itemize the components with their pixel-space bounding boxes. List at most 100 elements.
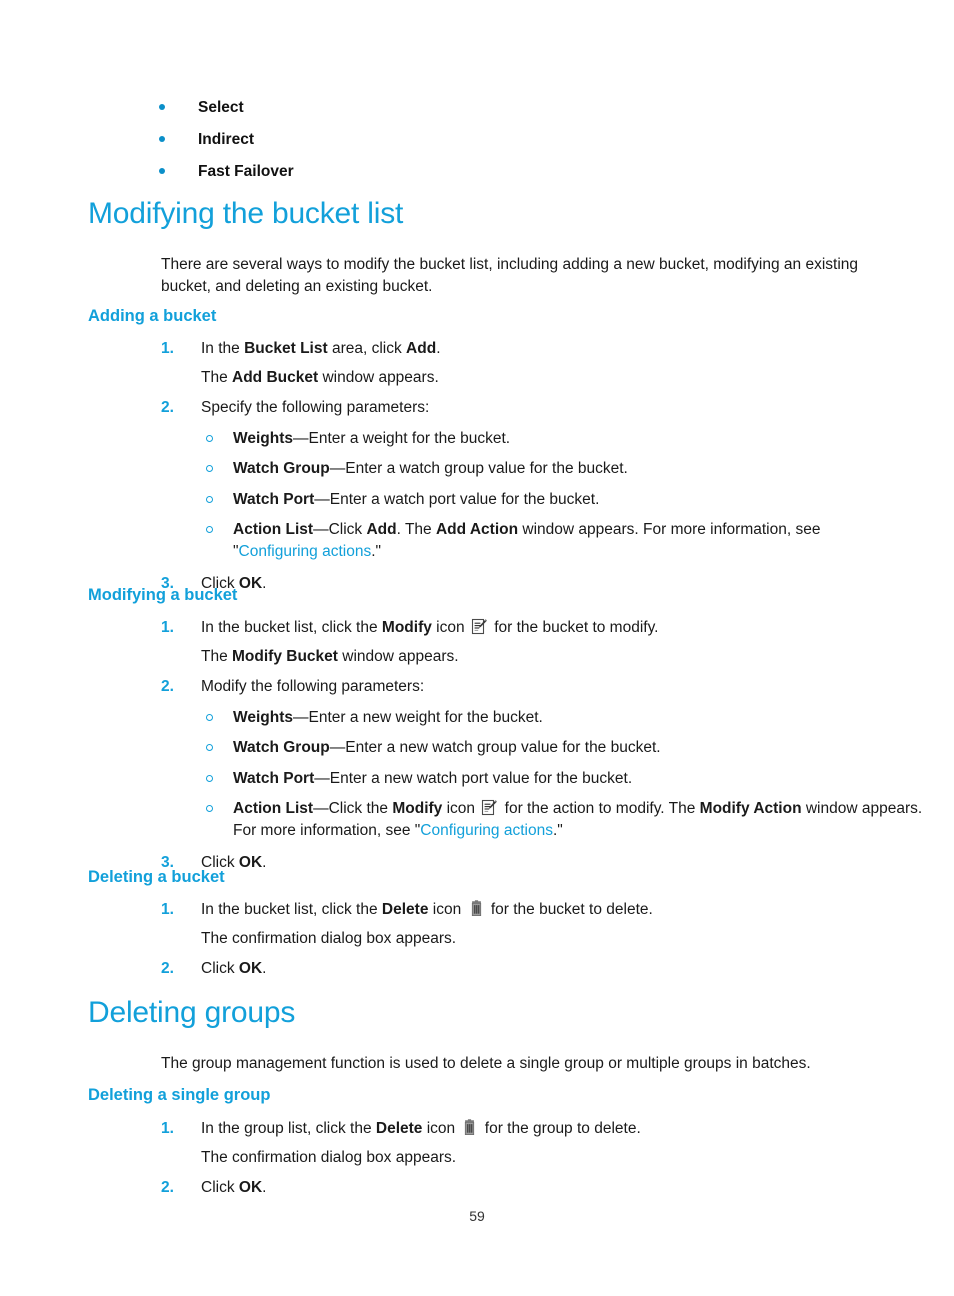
step-number: 1. — [161, 1120, 174, 1137]
steps-deleting-a-single-group: 1. In the group list, click the Delete i… — [161, 1118, 867, 1199]
param-description: icon — [442, 800, 480, 817]
intro-paragraph-modifying: There are several ways to modify the buc… — [161, 256, 859, 295]
step-text-part: icon — [428, 901, 466, 918]
step-text: In the Bucket List area, click Add. — [201, 340, 441, 357]
step-text-part: The — [201, 647, 233, 665]
emphasis-modify: Modify — [392, 800, 443, 817]
list-item: Indirect — [155, 130, 855, 149]
step-text: Modify the following parameters: — [201, 678, 425, 695]
step-text: Click OK. — [201, 960, 266, 977]
emphasis-ok: OK — [238, 854, 263, 871]
emphasis-modify: Modify — [381, 619, 432, 636]
step-text-part: for the group to delete. — [480, 1120, 641, 1137]
circle-bullet-icon — [206, 495, 213, 503]
section-heading-modifying-a-bucket: Modifying a bucket — [88, 586, 238, 604]
emphasis-delete: Delete — [381, 901, 429, 918]
step-number: 1. — [161, 901, 174, 918]
step-text: In the bucket list, click the Modify ico… — [201, 618, 659, 636]
list-item: Watch Group—Enter a watch group value fo… — [201, 458, 867, 480]
param-label-weights: Weights — [233, 429, 293, 447]
step-3: 3. Click OK. — [161, 852, 867, 874]
step-1: 1. In the Bucket List area, click Add. — [161, 338, 867, 360]
section-heading-adding-a-bucket: Adding a bucket — [88, 307, 217, 325]
param-label-watch-port: Watch Port — [233, 769, 315, 787]
list-item: Weights—Enter a weight for the bucket. — [201, 428, 867, 450]
emphasis-ok: OK — [238, 960, 263, 977]
step-1: 1. In the bucket list, click the Modify … — [161, 617, 867, 639]
emphasis-modify-action: Modify Action — [699, 800, 802, 817]
step-text-part: area, click — [327, 340, 407, 357]
param-description: ." — [552, 821, 563, 839]
circle-bullet-icon — [206, 805, 213, 812]
circle-bullet-icon — [206, 744, 213, 751]
step-text-part: icon — [431, 619, 469, 636]
step-text: In the group list, click the Delete icon… — [201, 1119, 641, 1137]
list-item: Watch Port—Enter a watch port value for … — [201, 489, 867, 511]
param-label-watch-group: Watch Group — [233, 739, 330, 756]
page-number: 59 — [469, 1208, 485, 1224]
cross-reference-link-configuring-actions[interactable]: Configuring actions — [239, 543, 372, 560]
steps-adding-a-bucket: 1. In the Bucket List area, click Add. T… — [161, 338, 867, 595]
step-text-part: . — [436, 340, 441, 357]
step-1: 1. In the bucket list, click the Delete … — [161, 899, 867, 921]
emphasis-modify-bucket: Modify Bucket — [232, 647, 338, 665]
modify-icon — [481, 799, 498, 816]
emphasis-add: Add — [366, 521, 397, 538]
step-2: 2. Click OK. — [161, 958, 867, 980]
step-1-continuation: The confirmation dialog box appears. — [201, 1148, 457, 1166]
bullet-label: Indirect — [198, 131, 254, 148]
circle-bullet-icon — [206, 774, 213, 782]
param-label-watch-port: Watch Port — [233, 490, 315, 508]
emphasis-add-action: Add Action — [435, 521, 519, 538]
step-text-part: . — [262, 960, 267, 977]
param-description: —Enter a watch group value for the bucke… — [329, 460, 628, 477]
param-description: —Click the — [313, 800, 393, 817]
circle-bullet-icon — [206, 526, 213, 533]
page-title-modifying-the-bucket-list: Modifying the bucket list — [88, 197, 404, 230]
bullet-dot-icon — [159, 168, 165, 174]
document-page: Select Indirect Fast Failover Modifying … — [0, 0, 954, 1296]
step-text-part: The — [201, 368, 233, 386]
step-text-part: Click — [201, 1179, 239, 1196]
param-description: —Enter a new watch group value for the b… — [329, 739, 661, 756]
step-number: 2. — [161, 1179, 174, 1196]
param-description: ." — [371, 542, 382, 560]
section-heading-deleting-a-single-group: Deleting a single group — [88, 1086, 271, 1104]
emphasis-add-bucket: Add Bucket — [232, 368, 319, 386]
list-item: Select — [155, 98, 855, 117]
cross-reference-link-configuring-actions[interactable]: Configuring actions — [420, 822, 553, 839]
sub-bullet-list-modifying: Weights—Enter a new weight for the bucke… — [201, 707, 922, 842]
step-text-part: icon — [422, 1120, 460, 1137]
param-description: —Enter a weight for the bucket. — [293, 429, 511, 447]
step-number: 2. — [161, 399, 174, 416]
step-2: 2. Click OK. — [161, 1177, 867, 1199]
step-1: 1. In the group list, click the Delete i… — [161, 1118, 867, 1140]
param-description: —Click — [313, 521, 367, 538]
step-text-part: . — [262, 1179, 267, 1196]
step-1-continuation: The confirmation dialog box appears. — [201, 929, 457, 947]
step-text: In the bucket list, click the Delete ico… — [201, 900, 653, 918]
param-label-action-list: Action List — [233, 800, 314, 817]
step-text-part: In the — [201, 340, 245, 357]
emphasis-ok: OK — [238, 1179, 263, 1196]
step-number: 1. — [161, 619, 174, 636]
section-heading-deleting-a-bucket: Deleting a bucket — [88, 868, 225, 886]
sub-bullet-list-adding: Weights—Enter a weight for the bucket. W… — [201, 428, 867, 563]
step-text: Click OK. — [201, 1179, 266, 1196]
list-item: Action List—Click the Modify icon for th… — [201, 798, 923, 841]
list-item: Weights—Enter a new weight for the bucke… — [201, 707, 867, 729]
step-text-part: . — [262, 854, 267, 871]
circle-bullet-icon — [206, 465, 213, 472]
list-item: Action List—Click Add. The Add Action wi… — [201, 519, 873, 562]
bullet-label: Fast Failover — [198, 163, 294, 180]
param-description: —Enter a new weight for the bucket. — [293, 708, 543, 726]
step-1-continuation: The Modify Bucket window appears. — [161, 646, 867, 668]
param-description: —Enter a new watch port value for the bu… — [314, 769, 633, 787]
step-text-part: In the group list, click the — [201, 1120, 376, 1137]
param-label-watch-group: Watch Group — [233, 460, 330, 477]
step-text-part: window appears. — [337, 647, 459, 665]
emphasis-add: Add — [406, 340, 437, 357]
step-number: 1. — [161, 340, 174, 357]
list-item: Watch Port—Enter a new watch port value … — [201, 768, 867, 790]
modify-icon — [471, 618, 488, 635]
